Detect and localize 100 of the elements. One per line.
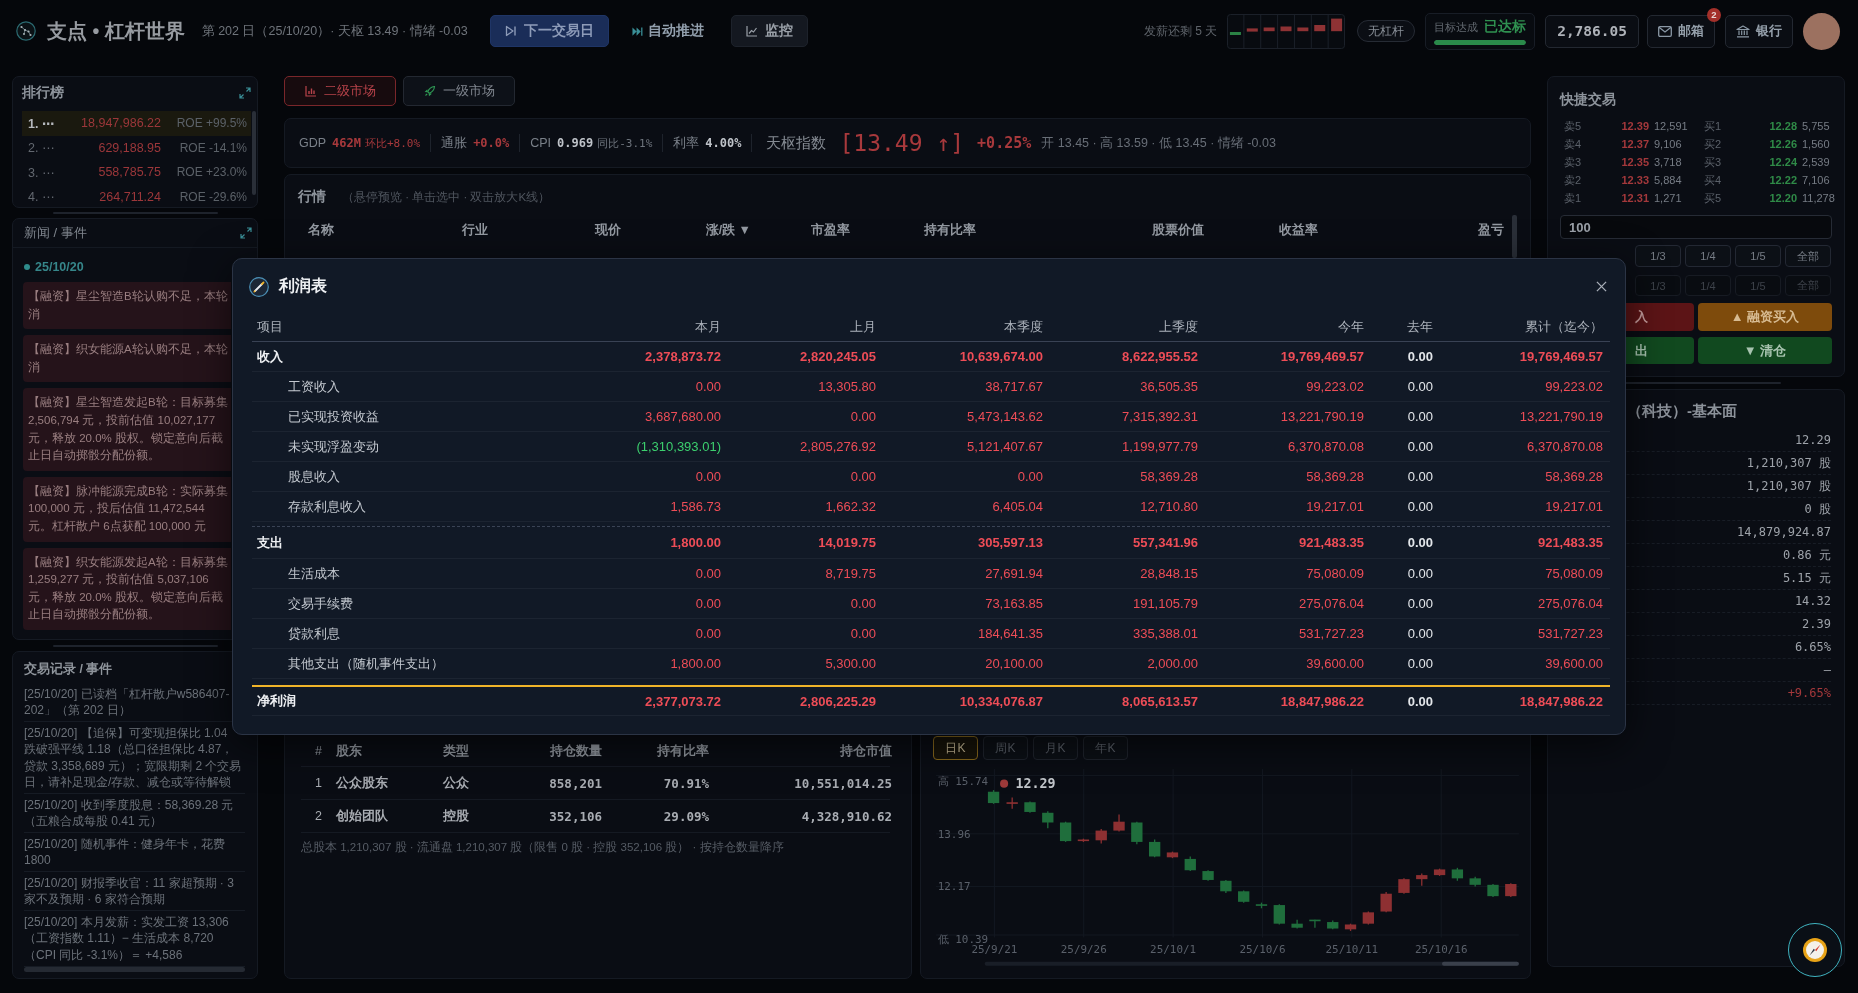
table-cell-text: 0.00: [1406, 656, 1433, 671]
market-tab[interactable]: 二级市场: [284, 76, 396, 106]
bar-chart-icon: [304, 85, 317, 97]
roe-value: ROE -29.6%: [178, 189, 247, 204]
column-header: 类型: [443, 742, 470, 760]
table-cell-text: 10,334,076.87: [958, 693, 1043, 709]
column-header: 上季度: [1158, 319, 1198, 336]
log-entry: [25/10/20] 本月发薪：实发工资 13,306（工资指数 1.11）− 生活成本 8,720（CPI 同比 -3.1%）＝ +4,586: [24, 911, 245, 967]
ranking-row[interactable]: 2. ⋯ 629,188.95 ROE -14.1%: [22, 135, 251, 160]
row-label: 已实现投资收益: [287, 407, 380, 426]
next-day-button[interactable]: 下一交易日: [489, 15, 609, 47]
ranking-row[interactable]: 3. ⋯ 558,785.75 ROE +23.0%: [22, 160, 251, 185]
ask-price: 12.37: [1620, 138, 1649, 150]
table-cell-text: 19,769,469.57: [1518, 349, 1603, 364]
scrollbar[interactable]: [24, 967, 245, 972]
column-header: 股票价值: [1151, 221, 1204, 239]
table-cell-text: 99,223.02: [1305, 379, 1364, 394]
column-header: 本月: [694, 319, 721, 336]
expand-icon[interactable]: [240, 227, 252, 239]
margin-buy-button[interactable]: ▲ 融资买入: [1698, 303, 1832, 331]
stat-value: 14.32: [1794, 594, 1831, 608]
table-cell-text: 2,805,276.92: [799, 439, 876, 454]
period-tab[interactable]: 日K: [933, 736, 978, 760]
table-cell-text: 0.00: [1406, 409, 1433, 424]
order-level: 买3: [1703, 154, 1723, 170]
stat-value: 1,210,307 股: [1746, 454, 1831, 472]
goal-label: 目标达成: [1434, 19, 1479, 35]
ask-price: 12.31: [1620, 192, 1649, 204]
sell-button[interactable]: 出: [1626, 337, 1694, 364]
row-label: 未实现浮盈变动: [287, 437, 380, 456]
table-cell-text: 0.00: [849, 469, 876, 484]
buy-button[interactable]: 入: [1626, 303, 1694, 331]
table-cell-text: 6,370,870.08: [1526, 439, 1603, 454]
bank-icon: [1736, 24, 1750, 38]
close-icon[interactable]: [1596, 281, 1607, 292]
column-header: 项目: [256, 319, 284, 336]
table-cell-text: 0.00: [694, 626, 721, 641]
index-change: +0.25%: [977, 134, 1032, 152]
fraction-button[interactable]: 1/5: [1735, 245, 1781, 267]
table-cell-text: 0.00: [1406, 469, 1433, 484]
order-volume: 2,539: [1801, 156, 1831, 168]
table-cell-text: 4,328,910.62: [800, 808, 892, 824]
stat-value: 2.39: [1802, 617, 1831, 631]
table-cell-text: 1: [314, 776, 323, 790]
table-cell-text: 13,305.80: [817, 379, 876, 394]
table-cell-text: 12,710.80: [1139, 499, 1198, 514]
order-level: 卖1: [1563, 190, 1583, 206]
table-cell-text: 2,806,225.29: [799, 693, 876, 709]
order-volume: 12,591: [1653, 120, 1689, 132]
panel-title: 新闻 / 事件: [24, 224, 87, 242]
expand-icon[interactable]: [239, 87, 251, 99]
table-cell-text: 184,641.35: [976, 626, 1043, 641]
scrollbar[interactable]: [984, 961, 1519, 966]
column-header: 持有比率: [923, 221, 976, 239]
column-header: 持仓数量: [549, 742, 602, 760]
bid-price: 12.24: [1768, 156, 1797, 168]
table-cell-text: 0.00: [694, 566, 721, 581]
auto-advance-button[interactable]: 自动推进: [622, 15, 713, 47]
table-cell-text: 0.00: [1016, 469, 1043, 484]
monitor-button[interactable]: 监控: [730, 15, 808, 47]
scrollbar[interactable]: [1512, 215, 1517, 258]
stat-value: 0 股: [1804, 500, 1831, 518]
compass-icon: [1802, 937, 1828, 963]
panel-title: 排行榜: [22, 84, 64, 102]
envelope-icon: [1658, 25, 1672, 37]
table-cell-text: 191,105.79: [1131, 596, 1198, 611]
table-cell-text: 13,221,790.19: [1518, 409, 1603, 424]
table-cell-text: 0.00: [694, 379, 721, 394]
clear-position-button[interactable]: ▼ 清仓: [1698, 337, 1832, 364]
column-header: 名称: [308, 221, 335, 239]
table-cell-text: 1,199,977.79: [1121, 439, 1198, 454]
fraction-button[interactable]: 全部: [1785, 245, 1831, 267]
bank-button[interactable]: 银行: [1725, 14, 1793, 48]
table-cell-text: 8,622,955.52: [1121, 349, 1198, 364]
table-cell-text: 2,000.00: [1146, 656, 1198, 671]
stat-value: 1,210,307 股: [1746, 477, 1831, 495]
table-cell-text: 0.00: [1406, 535, 1433, 550]
order-level: 买4: [1703, 172, 1723, 188]
market-tab[interactable]: 一级市场: [403, 76, 515, 106]
roe-value: ROE +99.5%: [175, 116, 247, 131]
balance-display: 2,786.05: [1545, 14, 1639, 48]
row-label: 其他支出（随机事件支出）: [287, 654, 445, 673]
net-worth: 18,947,986.22: [80, 116, 161, 131]
table-cell-text: 6,370,870.08: [1287, 439, 1364, 454]
quantity-input[interactable]: 100: [1560, 215, 1832, 239]
table-cell-text: 275,076.04: [1297, 596, 1364, 611]
ranking-row[interactable]: 4. ⋯ 264,711.24 ROE -29.6%: [22, 184, 251, 209]
app-title: 支点 • 杠杆世界: [47, 18, 185, 44]
line-chart-icon: [745, 25, 758, 37]
stat-value: 12.29: [1794, 433, 1831, 447]
table-cell-text: 58,369.28: [1305, 469, 1364, 484]
panel-title: 行情: [298, 188, 326, 206]
game-status: 第 202 日（25/10/20）· 天枢 13.49 · 情绪 -0.03: [201, 22, 468, 40]
column-header: #: [314, 744, 323, 758]
log-entry: [25/10/20] 随机事件：健身年卡，花费 1800: [24, 833, 245, 872]
order-level: 卖2: [1563, 172, 1583, 188]
avatar: [1803, 12, 1840, 50]
fraction-button[interactable]: 1/3: [1635, 245, 1681, 267]
fraction-button[interactable]: 1/4: [1685, 245, 1731, 267]
ranking-row[interactable]: 1. ⋯ 18,947,986.22 ROE +99.5%: [22, 111, 251, 136]
